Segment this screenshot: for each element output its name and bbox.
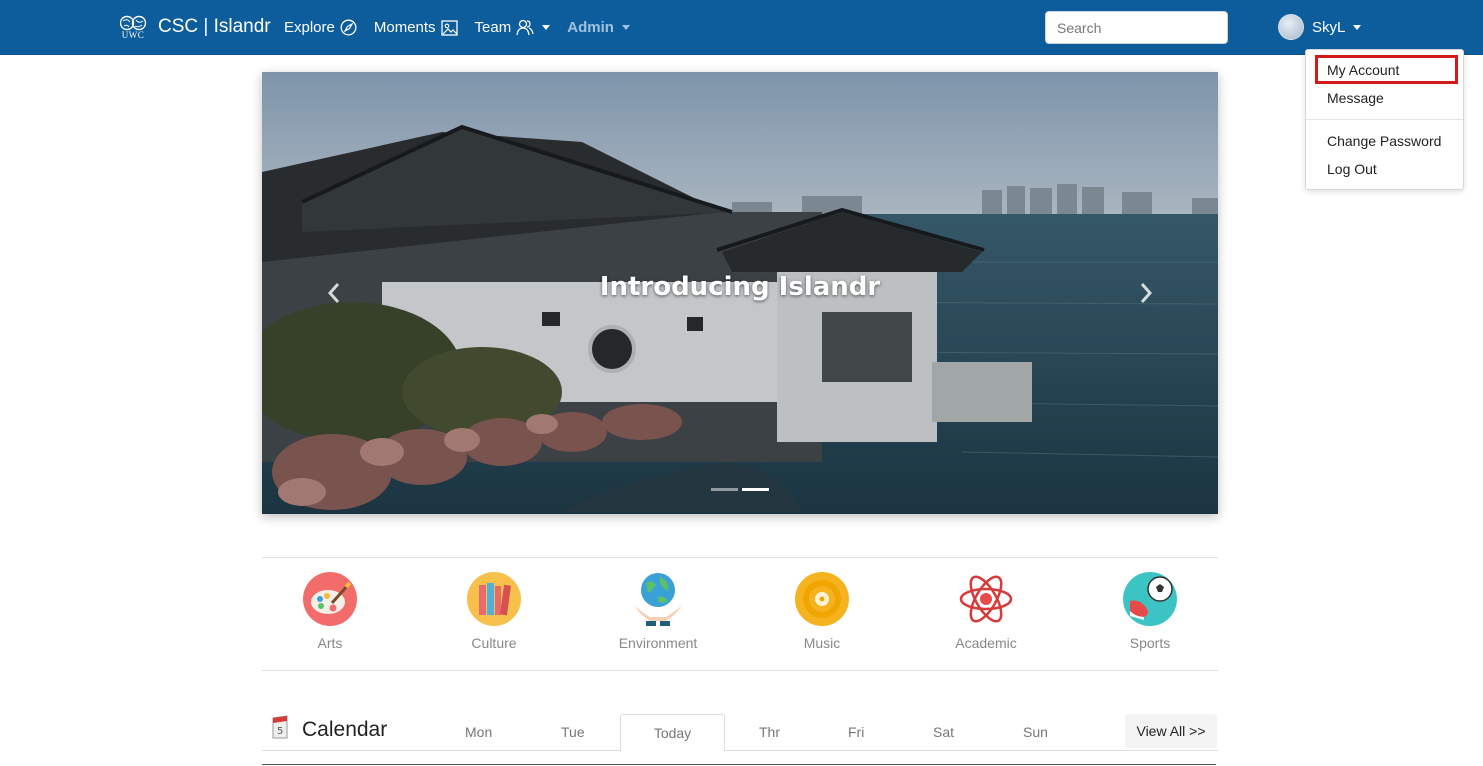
category-culture[interactable]: Culture <box>439 571 549 651</box>
avatar <box>1278 14 1304 40</box>
user-dropdown-menu: My Account Message Change Password Log O… <box>1305 49 1464 190</box>
category-strip: Arts Culture Environment Music Academic … <box>262 557 1218 671</box>
menu-item-log-out[interactable]: Log Out <box>1327 161 1377 177</box>
category-arts[interactable]: Arts <box>275 571 385 651</box>
calendar-tabs-baseline <box>262 750 1218 751</box>
menu-item-message[interactable]: Message <box>1327 90 1384 106</box>
top-navbar: UWC CSC | Islandr Explore Moments Team A… <box>0 0 1483 55</box>
calendar-title: Calendar <box>302 718 388 741</box>
calendar-divider <box>262 764 1216 765</box>
nav-admin-label: Admin <box>567 19 614 36</box>
tab-today[interactable]: Today <box>620 714 725 752</box>
nav-team-label: Team <box>474 19 512 36</box>
books-icon <box>466 571 522 627</box>
carousel-next-button[interactable] <box>1136 280 1156 306</box>
category-sports[interactable]: Sports <box>1095 571 1205 651</box>
admin-dropdown-caret-icon <box>621 25 630 30</box>
nav-moments-label: Moments <box>373 19 436 36</box>
calendar-icon: 5 <box>270 714 290 746</box>
user-menu-toggle[interactable]: SkyL <box>1278 14 1362 40</box>
chevron-left-icon <box>327 283 340 303</box>
main-nav: Explore Moments Team Admin <box>284 0 647 55</box>
category-environment[interactable]: Environment <box>603 571 713 651</box>
globe-hands-icon <box>630 571 686 627</box>
tab-fri[interactable]: Fri <box>848 724 864 740</box>
tab-sat[interactable]: Sat <box>933 724 954 740</box>
calendar-section: 5 Calendar Mon Tue Today Thr Fri Sat Sun… <box>262 712 1218 766</box>
carousel-caption: Introducing Islandr <box>599 272 881 302</box>
tab-thr[interactable]: Thr <box>759 724 780 740</box>
menu-item-my-account[interactable]: My Account <box>1327 62 1399 78</box>
nav-moments[interactable]: Moments <box>374 19 458 36</box>
search-input[interactable] <box>1045 11 1228 44</box>
brand-logo-text: UWC <box>121 29 145 40</box>
calendar-heading: 5 Calendar <box>270 714 387 746</box>
tab-tue[interactable]: Tue <box>561 724 585 740</box>
user-name: SkyL <box>1312 18 1346 36</box>
brand-link[interactable]: UWC CSC | Islandr <box>118 12 271 42</box>
category-label: Arts <box>317 635 343 651</box>
category-label: Sports <box>1129 635 1171 651</box>
category-music[interactable]: Music <box>767 571 877 651</box>
carousel-indicators <box>711 488 769 491</box>
nav-admin[interactable]: Admin <box>567 19 630 36</box>
category-academic[interactable]: Academic <box>931 571 1041 651</box>
menu-item-change-password[interactable]: Change Password <box>1327 133 1441 149</box>
category-label: Academic <box>955 635 1017 651</box>
tab-sun[interactable]: Sun <box>1023 724 1048 740</box>
globe-logo-icon <box>120 15 146 30</box>
svg-text:5: 5 <box>277 726 283 737</box>
uwc-logo: UWC <box>118 12 148 42</box>
category-label: Culture <box>471 635 517 651</box>
carousel-indicator-1[interactable] <box>711 488 738 491</box>
team-dropdown-caret-icon <box>542 25 551 30</box>
user-dropdown-caret-icon <box>1353 24 1362 30</box>
palette-icon <box>302 571 358 627</box>
carousel-indicator-2[interactable] <box>742 488 769 491</box>
nav-explore-label: Explore <box>284 19 335 36</box>
nav-team[interactable]: Team <box>475 19 551 36</box>
menu-divider <box>1306 119 1463 120</box>
atom-icon <box>958 571 1014 627</box>
soccer-icon <box>1122 571 1178 627</box>
vinyl-record-icon <box>794 571 850 627</box>
view-all-button[interactable]: View All >> <box>1125 714 1217 748</box>
brand-title: CSC | Islandr <box>158 16 271 37</box>
people-icon <box>516 19 534 36</box>
category-label: Music <box>803 635 841 651</box>
nav-explore[interactable]: Explore <box>284 19 357 36</box>
image-icon <box>440 19 458 36</box>
chevron-right-icon <box>1140 283 1153 303</box>
tab-mon[interactable]: Mon <box>465 724 492 740</box>
category-label: Environment <box>618 635 698 651</box>
carousel-prev-button[interactable] <box>324 280 344 306</box>
hero-carousel[interactable]: Introducing Islandr <box>262 72 1218 514</box>
compass-icon <box>340 19 357 36</box>
